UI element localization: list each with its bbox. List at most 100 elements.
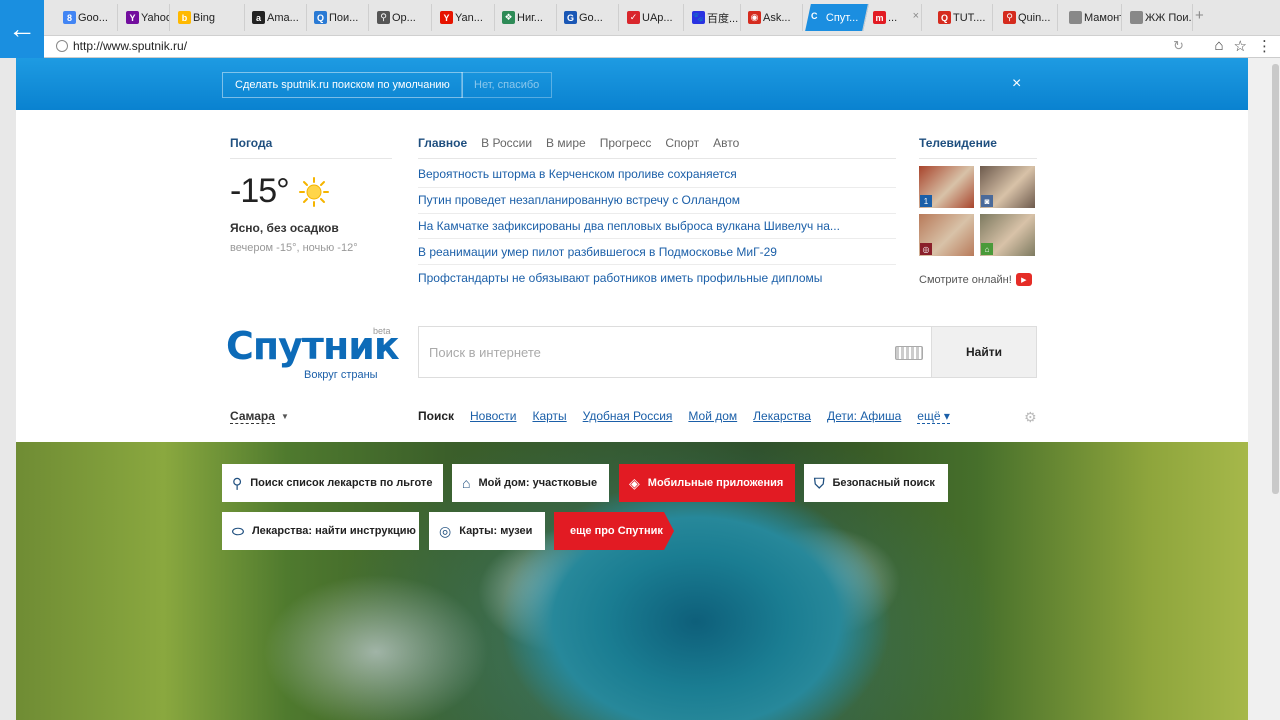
browser-tab[interactable]: b Bing: [175, 4, 245, 31]
scrollbar-thumb[interactable]: [1272, 64, 1279, 494]
browser-tab[interactable]: a Ama...: [249, 4, 307, 31]
promo-label: еще про Спутник: [570, 525, 663, 537]
tv-thumbnail[interactable]: ⌂: [980, 214, 1035, 256]
news-link[interactable]: В реанимации умер пилот разбившегося в П…: [418, 239, 896, 266]
browser-tab[interactable]: m... ×: [870, 4, 922, 31]
home-icon[interactable]: ⌂: [1214, 37, 1223, 55]
browser-tab[interactable]: Q Пои...: [311, 4, 369, 31]
search-icon: ⚲: [377, 11, 390, 24]
make-default-button[interactable]: Сделать sputnik.ru поиском по умолчанию: [222, 72, 463, 98]
weather-forecast: вечером -15°, ночью -12°: [230, 242, 358, 254]
news-link[interactable]: На Камчатке зафиксированы два пепловых в…: [418, 214, 896, 240]
promo-label: Поиск список лекарств по льготе: [250, 477, 433, 489]
divider: [230, 158, 392, 159]
browser-tab[interactable]: C Спут...: [805, 4, 869, 31]
browser-tab[interactable]: Мамонт...: [1066, 4, 1122, 31]
back-button[interactable]: ←: [0, 0, 44, 58]
browser-tab[interactable]: G Go...: [561, 4, 619, 31]
chip-arrow: [664, 512, 674, 550]
browser-tab-label: Спут...: [826, 11, 859, 24]
promo-button[interactable]: еще про Спутник: [554, 512, 664, 550]
channel-logo-icon: ⌂: [981, 243, 993, 255]
lj-icon: [1130, 11, 1143, 24]
promo-label: Безопасный поиск: [832, 477, 935, 489]
globe-icon: [56, 40, 68, 52]
amazon-icon: a: [252, 11, 265, 24]
browser-tab[interactable]: ⚲ Op...: [374, 4, 432, 31]
go-icon: G: [564, 11, 577, 24]
search-icon: ⚲: [1003, 11, 1016, 24]
promo-button[interactable]: ◈ Мобильные приложения: [619, 464, 795, 502]
news-tab[interactable]: В мире: [546, 136, 586, 150]
chevron-down-icon[interactable]: ▼: [281, 412, 289, 421]
map-pin-icon: ◎: [439, 522, 452, 539]
gear-icon[interactable]: ⚙: [1024, 409, 1037, 426]
keyboard-icon[interactable]: [895, 346, 923, 360]
tv-watch-label[interactable]: Смотрите онлайн!: [919, 274, 1012, 286]
news-tab[interactable]: Авто: [713, 136, 739, 150]
news-tab[interactable]: Главное: [418, 136, 467, 150]
browser-tab[interactable]: 🐾 百度...: [689, 4, 741, 31]
reload-icon[interactable]: ↻: [1173, 38, 1184, 54]
scrollbar[interactable]: [1248, 58, 1280, 720]
service-link[interactable]: Мой дом: [688, 409, 737, 424]
more-services-link[interactable]: ещё ▾: [917, 409, 950, 424]
menu-icon[interactable]: ⋮: [1257, 37, 1272, 55]
google-icon: 8: [63, 11, 76, 24]
news-link[interactable]: Профстандарты не обязывают работников им…: [418, 265, 896, 291]
promo-button[interactable]: ⬭ Лекарства: найти инструкцию: [222, 512, 419, 550]
promo-button[interactable]: ⌂ Мой дом: участковые: [452, 464, 609, 502]
browser-tab-label: Yan...: [455, 11, 483, 24]
promo-button[interactable]: ◎ Карты: музеи: [429, 512, 545, 550]
browser-tab[interactable]: ◉ Ask...: [745, 4, 803, 31]
weather-title[interactable]: Погода: [230, 136, 272, 150]
promo-button[interactable]: ⚲ Поиск список лекарств по льготе: [222, 464, 443, 502]
service-link[interactable]: Лекарства: [753, 409, 811, 424]
address-bar[interactable]: http://www.sputnik.ru/ ↻ ⌂ ☆ ⋮: [44, 36, 1280, 58]
promo-button[interactable]: ⛉ Безопасный поиск: [804, 464, 948, 502]
service-link[interactable]: Карты: [532, 409, 566, 424]
browser-tab[interactable]: Y Yahoo: [123, 4, 170, 31]
city-selector[interactable]: Самара: [230, 409, 275, 424]
tv-thumbnail[interactable]: ◙: [980, 166, 1035, 208]
browser-tab[interactable]: 8 Goo...: [60, 4, 118, 31]
browser-tab-label: Quin...: [1018, 11, 1051, 24]
tv-title[interactable]: Телевидение: [919, 136, 997, 150]
service-link[interactable]: Поиск: [418, 409, 454, 424]
nigma-icon: ❖: [502, 11, 515, 24]
browser-tab[interactable]: ✓ UAp...: [624, 4, 684, 31]
news-link[interactable]: Вероятность шторма в Керченском проливе …: [418, 162, 896, 188]
browser-tab[interactable]: ЖЖ Пои...: [1127, 4, 1193, 31]
browser-tab-label: Ama...: [267, 11, 299, 24]
browser-tab-label: ЖЖ Пои...: [1145, 11, 1193, 24]
promo-label: Лекарства: найти инструкцию: [251, 525, 416, 537]
browser-tab[interactable]: Q TUT....: [935, 4, 993, 31]
decline-button[interactable]: Нет, спасибо: [461, 72, 553, 98]
address-url[interactable]: http://www.sputnik.ru/: [73, 39, 187, 53]
search-input[interactable]: [419, 327, 931, 377]
play-icon[interactable]: ▶: [1015, 273, 1032, 286]
new-tab-button[interactable]: +: [1195, 7, 1204, 24]
service-link[interactable]: Дети: Афиша: [827, 409, 901, 424]
tv-thumbnail[interactable]: ◎: [919, 214, 974, 256]
browser-tab[interactable]: Y Yan...: [437, 4, 495, 31]
browser-tab-label: Go...: [579, 11, 603, 24]
service-link[interactable]: Удобная Россия: [583, 409, 673, 424]
browser-tab[interactable]: ❖ Ниг...: [499, 4, 557, 31]
mobile-apps-icon: ◈: [629, 474, 640, 491]
search-button[interactable]: Найти: [932, 326, 1037, 378]
weather-description: Ясно, без осадков: [230, 221, 339, 235]
home-icon: ⌂: [462, 475, 471, 491]
tv-thumbnail[interactable]: 1: [919, 166, 974, 208]
news-tab[interactable]: Спорт: [665, 136, 699, 150]
news-tab[interactable]: Прогресс: [600, 136, 652, 150]
browser-tab[interactable]: ⚲ Quin...: [1000, 4, 1058, 31]
close-icon[interactable]: ×: [1012, 75, 1021, 93]
promo-label: Карты: музеи: [459, 525, 533, 537]
service-link[interactable]: Новости: [470, 409, 516, 424]
bookmark-star-icon[interactable]: ☆: [1234, 37, 1247, 55]
close-tab-icon[interactable]: ×: [913, 10, 919, 22]
news-link[interactable]: Путин проведет незапланированную встречу…: [418, 188, 896, 214]
news-tab[interactable]: В России: [481, 136, 532, 150]
tv-watch-online[interactable]: Смотрите онлайн! ▶: [919, 273, 1032, 286]
